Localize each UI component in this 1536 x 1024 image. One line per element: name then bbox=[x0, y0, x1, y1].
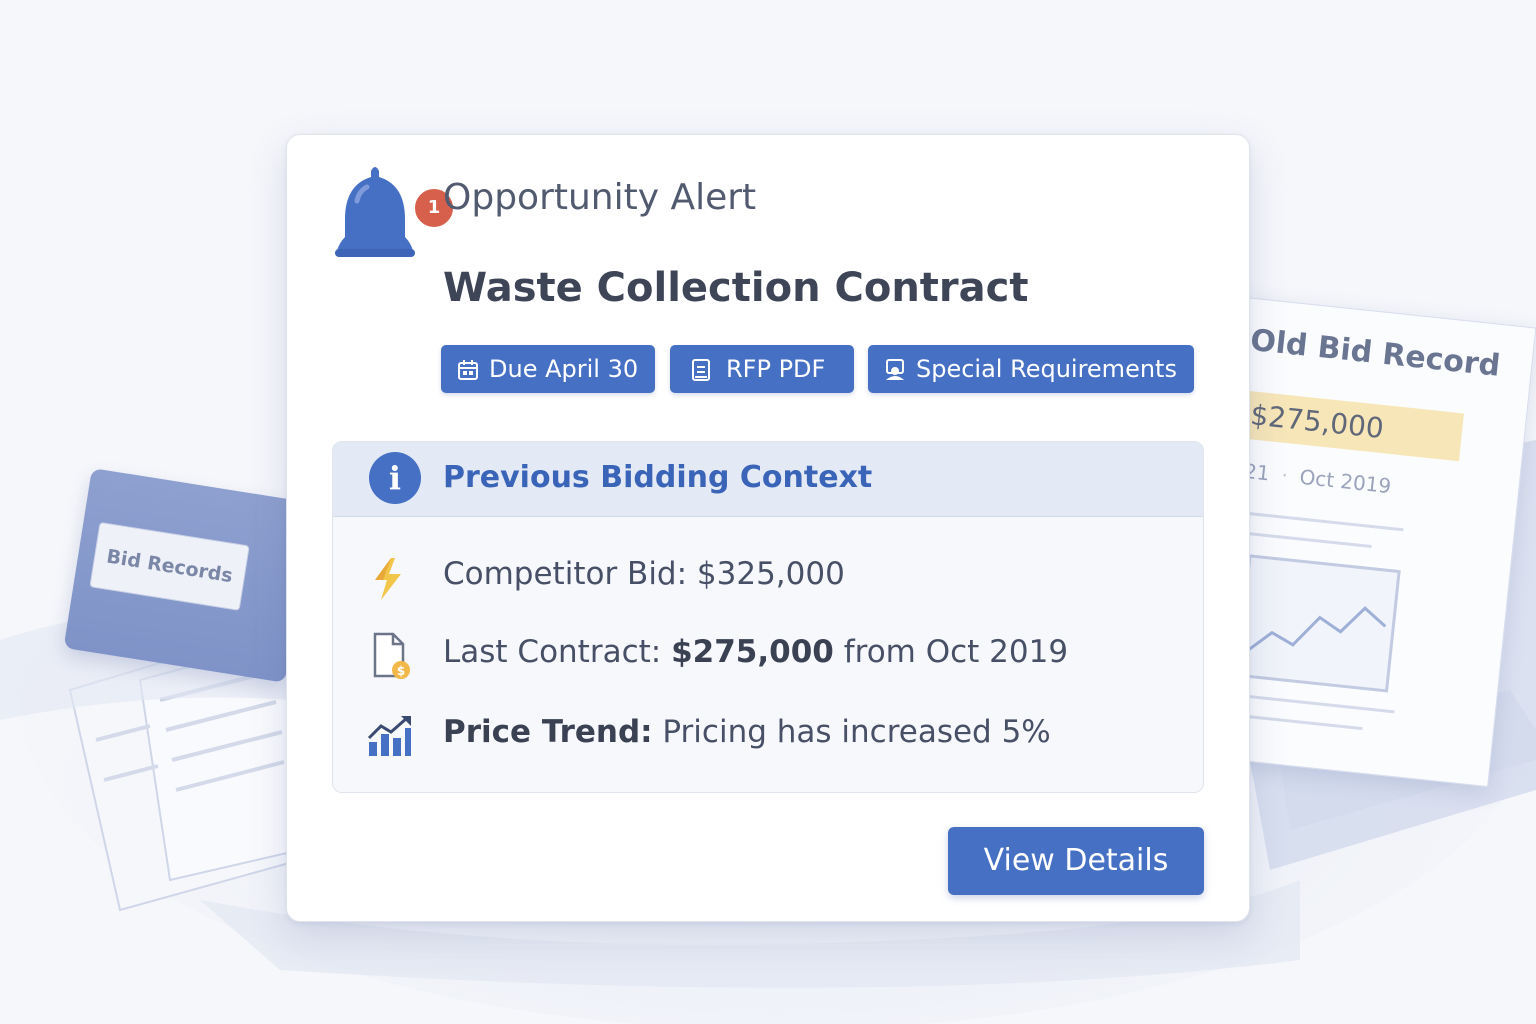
last-contract-amount: $275,000 bbox=[671, 634, 834, 670]
rfp-pdf-label: RFP PDF bbox=[726, 355, 826, 383]
bid-records-binder: Bid Records bbox=[63, 468, 314, 683]
rfp-pdf-chip[interactable]: RFP PDF bbox=[670, 345, 854, 393]
price-trend-label: Price Trend: bbox=[443, 714, 653, 750]
bell-graphic bbox=[335, 167, 415, 257]
price-trend-value: Pricing has increased 5% bbox=[652, 714, 1051, 750]
last-contract-suffix: from Oct 2019 bbox=[833, 634, 1069, 670]
svg-text:$: $ bbox=[397, 664, 405, 678]
view-details-button[interactable]: View Details bbox=[948, 827, 1204, 895]
previous-bidding-context-panel: i Previous Bidding Context Competitor Bi… bbox=[332, 441, 1204, 793]
special-requirements-chip[interactable]: Special Requirements bbox=[868, 345, 1194, 393]
contract-title: Waste Collection Contract bbox=[443, 265, 1029, 311]
price-trend-row: Price Trend: Pricing has increased 5% bbox=[333, 704, 1203, 764]
competitor-bid-text: Competitor Bid: $325,000 bbox=[443, 556, 845, 592]
context-title: Previous Bidding Context bbox=[443, 460, 873, 495]
document-icon bbox=[692, 359, 710, 381]
alert-label: Opportunity Alert bbox=[443, 177, 757, 218]
person-icon bbox=[886, 359, 904, 380]
due-date-chip[interactable]: Due April 30 bbox=[441, 345, 655, 393]
trend-chart-icon bbox=[367, 716, 411, 756]
old-record-title: Old Bid Record bbox=[1248, 322, 1502, 384]
lightning-icon bbox=[375, 558, 401, 600]
old-record-date-b: Oct 2019 bbox=[1298, 464, 1393, 499]
separator-dot: · bbox=[1280, 462, 1290, 488]
contract-document-icon: $ bbox=[373, 632, 410, 679]
last-contract-row: $ Last Contract: $275,000 from Oct 2019 bbox=[333, 624, 1203, 684]
info-icon: i bbox=[369, 452, 421, 504]
opportunity-alert-card: 1 Opportunity Alert Waste Collection Con… bbox=[286, 134, 1250, 922]
old-record-amount: $275,000 bbox=[1236, 390, 1464, 462]
binder-label: Bid Records bbox=[89, 521, 250, 611]
competitor-bid-row: Competitor Bid: $325,000 bbox=[333, 546, 1203, 606]
last-contract-text: Last Contract: $275,000 from Oct 2019 bbox=[443, 634, 1068, 670]
last-contract-label: Last Contract: bbox=[443, 634, 672, 670]
context-header: i Previous Bidding Context bbox=[333, 442, 1203, 517]
special-requirements-label: Special Requirements bbox=[916, 355, 1177, 383]
bell-icon[interactable]: 1 bbox=[335, 161, 455, 257]
price-trend-text: Price Trend: Pricing has increased 5% bbox=[443, 714, 1051, 750]
due-date-label: Due April 30 bbox=[489, 355, 639, 383]
calendar-icon bbox=[458, 360, 478, 380]
